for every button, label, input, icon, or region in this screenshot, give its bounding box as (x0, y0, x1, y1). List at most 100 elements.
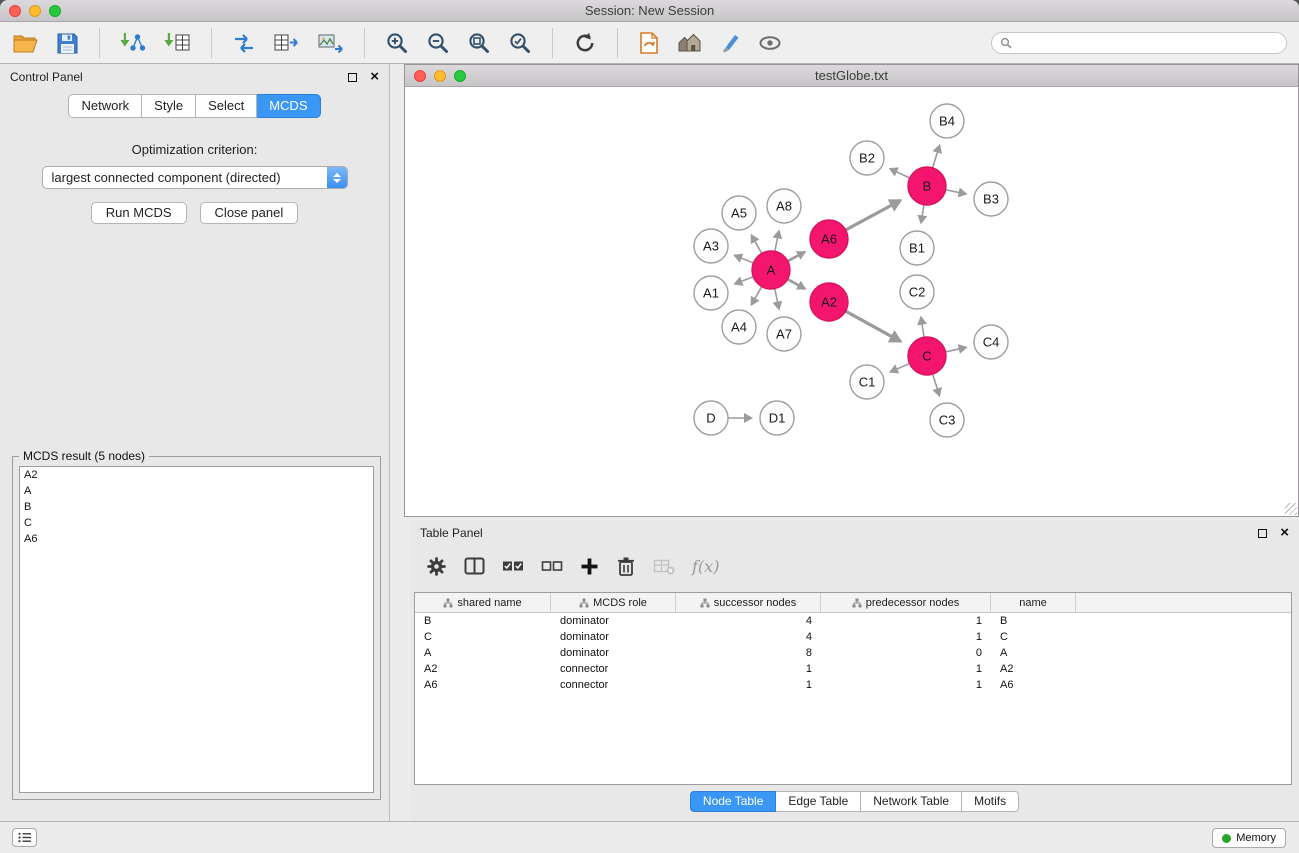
column-header[interactable]: predecessor nodes (821, 593, 991, 612)
network-node-C2[interactable]: C2 (900, 275, 934, 309)
task-history-button[interactable] (12, 828, 37, 847)
delete-table-button[interactable] (653, 557, 675, 576)
network-edge-B-B2[interactable] (890, 169, 910, 178)
search-field[interactable] (991, 32, 1287, 54)
zoom-in-button[interactable] (385, 31, 409, 55)
network-canvas[interactable]: B4B2BB3A8A5A6B1A3AC2A1A2A4A7C4CC1C3DD1 (405, 87, 1298, 516)
memory-button[interactable]: Memory (1212, 828, 1286, 848)
criterion-dropdown[interactable]: largest connected component (directed) (42, 166, 348, 189)
close-panel-icon[interactable]: × (370, 72, 379, 82)
column-header[interactable]: MCDS role (551, 593, 676, 612)
zoom-selected-button[interactable] (508, 31, 532, 55)
network-node-A8[interactable]: A8 (767, 189, 801, 223)
tab-edge-table[interactable]: Edge Table (776, 791, 861, 812)
apply-style-button[interactable] (719, 31, 741, 55)
select-all-button[interactable] (502, 556, 524, 576)
network-node-D1[interactable]: D1 (760, 401, 794, 435)
network-node-C[interactable]: C (908, 337, 946, 375)
network-node-A5[interactable]: A5 (722, 196, 756, 230)
network-edge-A-A5[interactable] (751, 235, 761, 254)
network-edge-A-A6[interactable] (788, 252, 805, 261)
network-edge-A2-C[interactable] (846, 311, 901, 341)
network-node-A6[interactable]: A6 (810, 220, 848, 258)
float-panel-icon[interactable] (348, 73, 357, 82)
network-edge-C-C2[interactable] (921, 317, 924, 338)
column-header[interactable]: shared name (415, 593, 551, 612)
float-panel-icon[interactable] (1258, 529, 1267, 538)
function-builder-icon[interactable]: f(x) (692, 557, 719, 576)
network-node-C3[interactable]: C3 (930, 403, 964, 437)
node-table[interactable]: shared name MCDS role successor nodes pr… (414, 592, 1292, 785)
network-edge-A-A2[interactable] (788, 279, 806, 289)
mcds-result-list[interactable]: A2ABCA6 (19, 466, 374, 793)
tab-node-table[interactable]: Node Table (690, 791, 777, 812)
network-node-D[interactable]: D (694, 401, 728, 435)
home-button[interactable] (677, 31, 702, 55)
import-table-button[interactable] (164, 31, 191, 55)
tab-motifs[interactable]: Motifs (962, 791, 1019, 812)
show-columns-button[interactable] (464, 556, 485, 576)
export-network-button[interactable] (232, 31, 256, 55)
network-edge-B-B4[interactable] (933, 145, 940, 168)
network-edge-C-C1[interactable] (890, 364, 910, 373)
add-column-button[interactable] (580, 557, 599, 576)
close-panel-icon[interactable]: × (1280, 528, 1289, 538)
run-mcds-button[interactable]: Run MCDS (91, 202, 187, 224)
network-edge-A-A1[interactable] (734, 277, 753, 284)
tab-style[interactable]: Style (142, 94, 196, 118)
network-edge-A-A7[interactable] (775, 289, 779, 310)
save-session-button[interactable] (56, 32, 79, 55)
result-list-item[interactable]: A (20, 483, 373, 499)
resize-grip[interactable] (1285, 503, 1297, 515)
network-node-C4[interactable]: C4 (974, 325, 1008, 359)
result-list-item[interactable]: B (20, 499, 373, 515)
network-edge-A-A3[interactable] (734, 255, 753, 263)
network-node-A7[interactable]: A7 (767, 317, 801, 351)
network-node-A2[interactable]: A2 (810, 283, 848, 321)
result-list-item[interactable]: C (20, 515, 373, 531)
dropdown-stepper-icon[interactable] (327, 167, 347, 188)
import-network-button[interactable] (120, 31, 147, 55)
refresh-button[interactable] (573, 31, 597, 55)
network-edge-A-A4[interactable] (751, 287, 761, 306)
network-node-C1[interactable]: C1 (850, 365, 884, 399)
table-row[interactable]: Cdominator41C (415, 629, 1291, 645)
table-row[interactable]: A2connector11A2 (415, 661, 1291, 677)
result-list-item[interactable]: A2 (20, 467, 373, 483)
open-document-button[interactable] (638, 31, 660, 55)
network-edge-C-C3[interactable] (933, 374, 940, 396)
network-node-B2[interactable]: B2 (850, 141, 884, 175)
network-edge-A-A8[interactable] (775, 230, 779, 251)
table-row[interactable]: Bdominator41B (415, 613, 1291, 629)
column-settings-button[interactable] (426, 556, 447, 577)
network-node-B3[interactable]: B3 (974, 182, 1008, 216)
network-node-A1[interactable]: A1 (694, 276, 728, 310)
show-details-button[interactable] (758, 33, 782, 53)
network-window-titlebar[interactable]: testGlobe.txt (405, 65, 1298, 87)
tab-network[interactable]: Network (68, 94, 142, 118)
deselect-all-button[interactable] (541, 556, 563, 576)
network-edge-B-B1[interactable] (921, 205, 924, 224)
delete-column-button[interactable] (616, 556, 636, 577)
network-node-B[interactable]: B (908, 167, 946, 205)
network-node-B4[interactable]: B4 (930, 104, 964, 138)
export-table-button[interactable] (273, 31, 300, 55)
search-input[interactable] (1017, 36, 1278, 50)
network-node-A3[interactable]: A3 (694, 229, 728, 263)
table-row[interactable]: Adominator80A (415, 645, 1291, 661)
column-header[interactable]: name (991, 593, 1076, 612)
zoom-fit-button[interactable] (467, 31, 491, 55)
network-edge-C-C4[interactable] (946, 347, 967, 352)
close-panel-button[interactable]: Close panel (200, 202, 299, 224)
network-node-A[interactable]: A (752, 251, 790, 289)
result-list-item[interactable]: A6 (20, 531, 373, 547)
export-image-button[interactable] (317, 31, 344, 55)
tab-select[interactable]: Select (196, 94, 257, 118)
network-node-B1[interactable]: B1 (900, 231, 934, 265)
network-edge-B-B3[interactable] (946, 190, 967, 194)
column-header[interactable]: successor nodes (676, 593, 821, 612)
zoom-out-button[interactable] (426, 31, 450, 55)
network-edge-A6-B[interactable] (846, 200, 901, 230)
tab-mcds[interactable]: MCDS (257, 94, 320, 118)
table-row[interactable]: A6connector11A6 (415, 677, 1291, 693)
